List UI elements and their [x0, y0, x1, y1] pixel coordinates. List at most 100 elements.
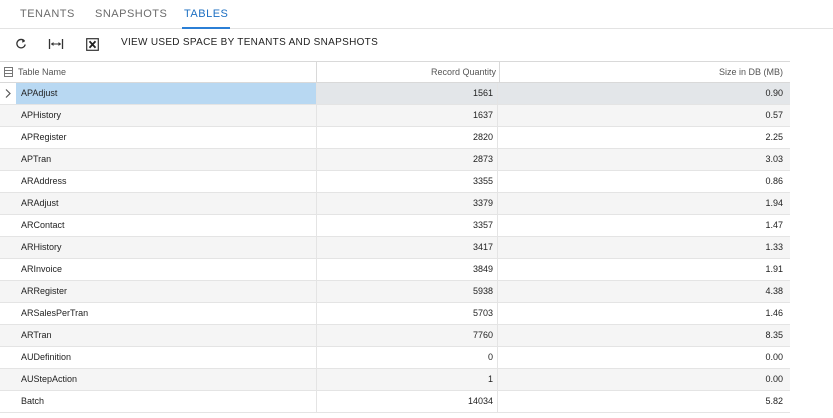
table-row[interactable]: ARHistory 3417 1.33	[0, 237, 790, 259]
table-row[interactable]: ARAdjust 3379 1.94	[0, 193, 790, 215]
table-row[interactable]: AUDefinition 0 0.00	[0, 347, 790, 369]
cell-record-quantity[interactable]: 1637	[373, 105, 493, 126]
excel-export-icon	[85, 37, 99, 51]
cell-record-quantity[interactable]: 1561	[373, 83, 493, 104]
cell-table-name[interactable]: ARSalesPerTran	[21, 303, 88, 324]
cell-table-name[interactable]: APTran	[21, 149, 51, 170]
column-divider	[497, 127, 498, 148]
tab-snapshots[interactable]: SNAPSHOTS	[93, 0, 169, 29]
cell-size-in-db[interactable]: 0.00	[663, 347, 783, 368]
cell-table-name[interactable]: AUDefinition	[21, 347, 71, 368]
fit-columns-button[interactable]	[47, 35, 65, 53]
cell-size-in-db[interactable]: 1.33	[663, 237, 783, 258]
column-divider	[316, 105, 317, 126]
column-divider	[316, 237, 317, 258]
cell-record-quantity[interactable]: 14034	[373, 391, 493, 412]
table-row[interactable]: APRegister 2820 2.25	[0, 127, 790, 149]
cell-size-in-db[interactable]: 4.38	[663, 281, 783, 302]
tab-tenants[interactable]: TENANTS	[18, 0, 77, 29]
column-divider	[497, 347, 498, 368]
tab-tables[interactable]: TABLES	[182, 0, 231, 29]
cell-table-name[interactable]: ARContact	[21, 215, 65, 236]
cell-record-quantity[interactable]: 3849	[373, 259, 493, 280]
cell-size-in-db[interactable]: 2.25	[663, 127, 783, 148]
cell-record-quantity[interactable]: 3355	[373, 171, 493, 192]
cell-record-quantity[interactable]: 1	[373, 369, 493, 390]
cell-size-in-db[interactable]: 1.46	[663, 303, 783, 324]
cell-table-name[interactable]: AUStepAction	[21, 369, 77, 390]
cell-record-quantity[interactable]: 2820	[373, 127, 493, 148]
table-row[interactable]: ARContact 3357 1.47	[0, 215, 790, 237]
column-divider	[316, 391, 317, 412]
column-divider	[497, 215, 498, 236]
column-divider	[316, 259, 317, 280]
cell-size-in-db[interactable]: 3.03	[663, 149, 783, 170]
column-divider	[497, 369, 498, 390]
cell-record-quantity[interactable]: 5703	[373, 303, 493, 324]
cell-table-name[interactable]: ARTran	[21, 325, 52, 346]
table-row[interactable]: ARRegister 5938 4.38	[0, 281, 790, 303]
column-chooser-icon[interactable]	[4, 67, 13, 77]
table-row[interactable]: ARTran 7760 8.35	[0, 325, 790, 347]
cell-table-name[interactable]: ARRegister	[21, 281, 67, 302]
table-row[interactable]: APAdjust 1561 0.90	[0, 83, 790, 105]
cell-size-in-db[interactable]: 0.86	[663, 171, 783, 192]
column-divider	[316, 347, 317, 368]
table-row[interactable]: APTran 2873 3.03	[0, 149, 790, 171]
cell-size-in-db[interactable]: 0.57	[663, 105, 783, 126]
cell-size-in-db[interactable]: 0.90	[663, 83, 783, 104]
cell-record-quantity[interactable]: 3417	[373, 237, 493, 258]
header-divider	[316, 62, 317, 82]
table-row[interactable]: ARInvoice 3849 1.91	[0, 259, 790, 281]
column-divider	[316, 215, 317, 236]
header-divider	[499, 62, 500, 82]
cell-record-quantity[interactable]: 5938	[373, 281, 493, 302]
fit-columns-icon	[48, 39, 64, 49]
column-divider	[316, 281, 317, 302]
name-cell-bg	[16, 391, 316, 412]
header-record-quantity[interactable]: Record Quantity	[320, 62, 496, 82]
view-used-space-button[interactable]: VIEW USED SPACE BY TENANTS AND SNAPSHOTS	[121, 37, 378, 48]
cell-size-in-db[interactable]: 1.47	[663, 215, 783, 236]
export-excel-button[interactable]	[83, 35, 101, 53]
column-divider	[316, 369, 317, 390]
column-divider	[497, 171, 498, 192]
cell-record-quantity[interactable]: 2873	[373, 149, 493, 170]
cell-record-quantity[interactable]: 0	[373, 347, 493, 368]
cell-size-in-db[interactable]: 0.00	[663, 369, 783, 390]
cell-table-name[interactable]: APAdjust	[21, 83, 57, 104]
cell-table-name[interactable]: ARAdjust	[21, 193, 59, 214]
header-table-name[interactable]: Table Name	[18, 62, 66, 82]
grid-body: APAdjust 1561 0.90 APHistory 1637 0.57 APRegis…	[0, 83, 790, 413]
column-divider	[497, 391, 498, 412]
cell-size-in-db[interactable]: 5.82	[663, 391, 783, 412]
cell-table-name[interactable]: APRegister	[21, 127, 67, 148]
column-divider	[497, 325, 498, 346]
cell-record-quantity[interactable]: 7760	[373, 325, 493, 346]
cell-table-name[interactable]: Batch	[21, 391, 44, 412]
table-row[interactable]: AUStepAction 1 0.00	[0, 369, 790, 391]
cell-table-name[interactable]: ARHistory	[21, 237, 62, 258]
table-row[interactable]: Batch 14034 5.82	[0, 391, 790, 413]
table-row[interactable]: ARSalesPerTran 5703 1.46	[0, 303, 790, 325]
cell-table-name[interactable]: APHistory	[21, 105, 61, 126]
cell-size-in-db[interactable]: 1.91	[663, 259, 783, 280]
grid-header: Table Name Record Quantity Size in DB (M…	[0, 61, 790, 83]
table-row[interactable]: APHistory 1637 0.57	[0, 105, 790, 127]
column-divider	[316, 83, 317, 104]
table-row[interactable]: ARAddress 3355 0.86	[0, 171, 790, 193]
refresh-button[interactable]	[12, 35, 30, 53]
cell-size-in-db[interactable]: 1.94	[663, 193, 783, 214]
tab-bar: TENANTS SNAPSHOTS TABLES	[0, 0, 833, 29]
header-size-in-db[interactable]: Size in DB (MB)	[503, 62, 783, 82]
cell-size-in-db[interactable]: 8.35	[663, 325, 783, 346]
column-divider	[497, 149, 498, 170]
column-divider	[497, 281, 498, 302]
column-divider	[497, 259, 498, 280]
cell-record-quantity[interactable]: 3379	[373, 193, 493, 214]
cell-table-name[interactable]: ARAddress	[21, 171, 67, 192]
cell-record-quantity[interactable]: 3357	[373, 215, 493, 236]
cell-table-name[interactable]: ARInvoice	[21, 259, 62, 280]
current-row-chevron-icon	[5, 89, 11, 98]
column-divider	[497, 193, 498, 214]
